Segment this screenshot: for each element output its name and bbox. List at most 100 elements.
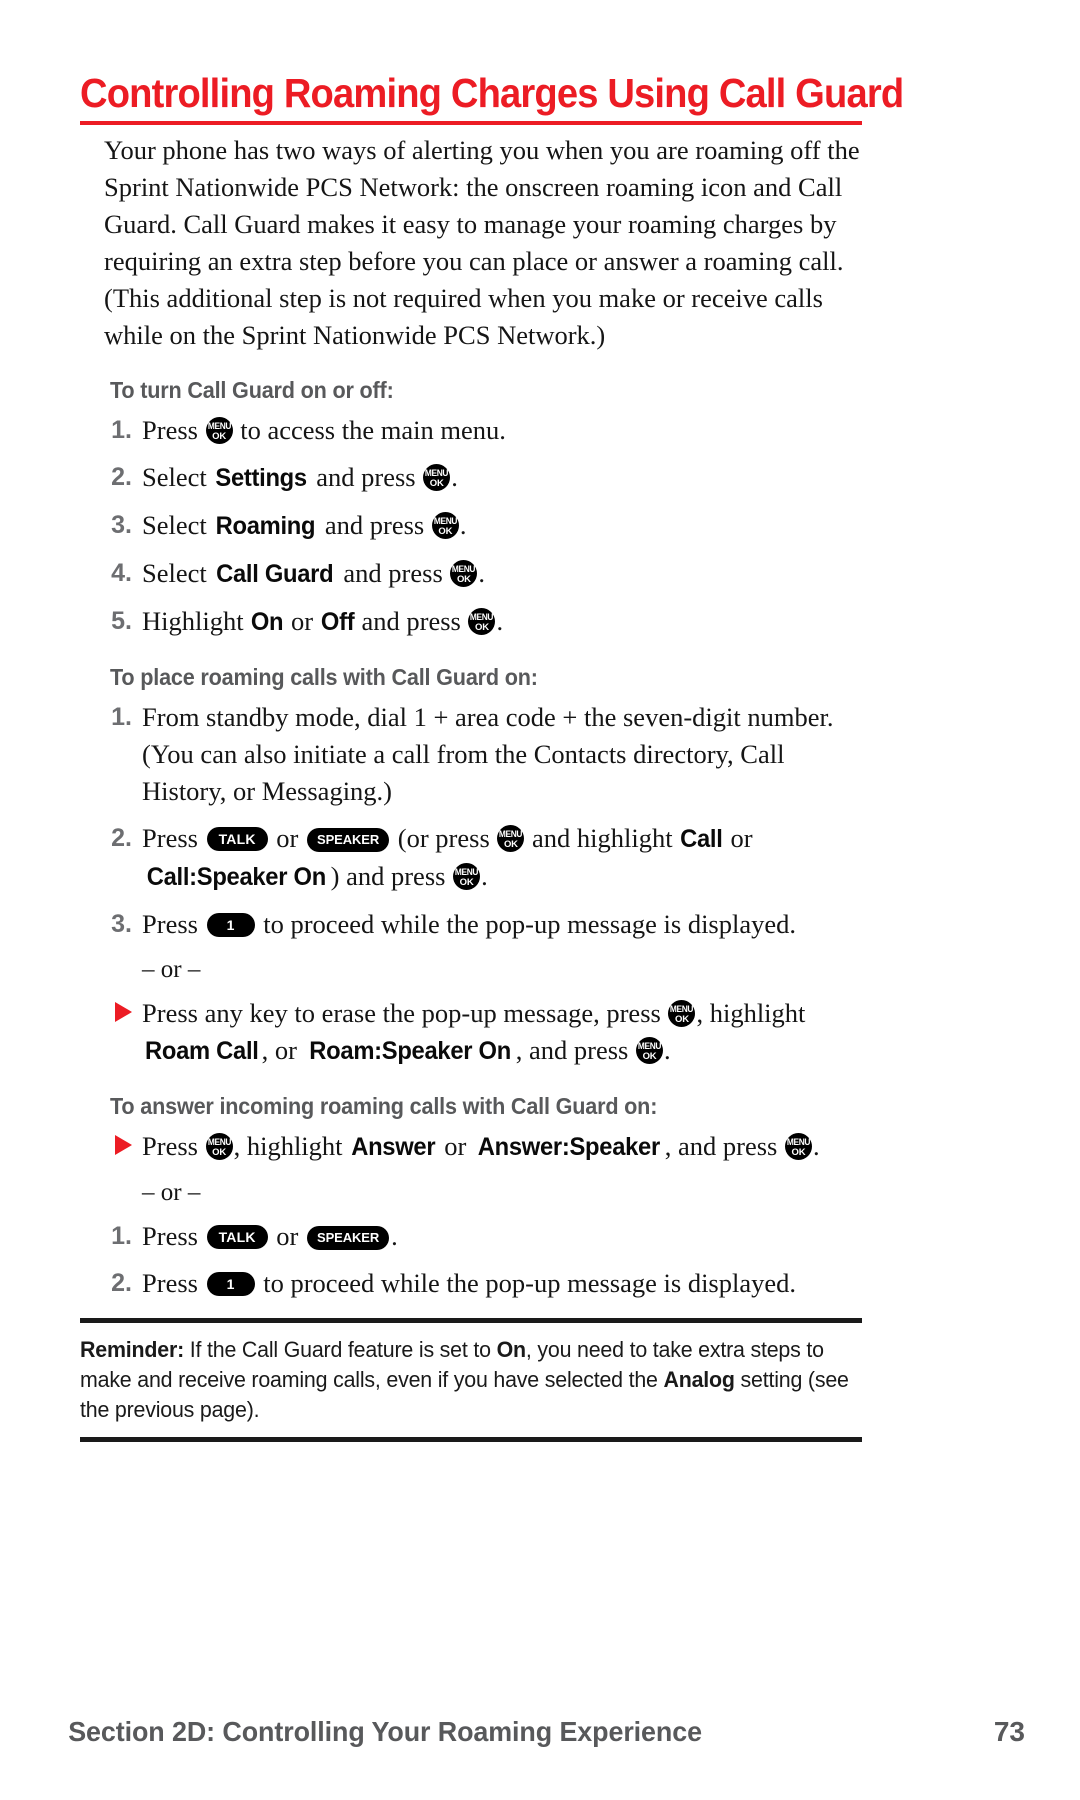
step-text: Press MENU OK to access the main menu.	[142, 412, 870, 449]
one-key-icon: 1	[206, 913, 255, 937]
step-text-fragment: Press	[142, 909, 205, 939]
ok-key-label: OK	[503, 839, 518, 850]
step-text-fragment: Press any key to erase the pop-up messag…	[142, 998, 668, 1028]
step-number: 1.	[111, 1222, 132, 1250]
menu-item-emphasis: Settings	[215, 464, 308, 492]
step-text-fragment: and press	[354, 606, 468, 636]
step-text-fragment: and highlight	[525, 823, 680, 853]
step-text-fragment: and press	[309, 462, 423, 492]
ok-key-label: OK	[791, 1147, 806, 1158]
arrow-bullet	[80, 995, 134, 1032]
step-text-fragment: Select	[142, 558, 214, 588]
menu-ok-key-icon: MENU OK	[205, 1133, 233, 1160]
step-number: 5.	[111, 607, 132, 635]
step-text-fragment: .	[459, 510, 467, 540]
menu-item-emphasis: Roaming	[215, 512, 316, 540]
intro-paragraph: Your phone has two ways of alerting you …	[104, 135, 860, 350]
list-item: 5. Highlight On or Off and press MENU OK.	[80, 603, 870, 641]
menu-ok-key-icon: MENU OK	[205, 417, 233, 444]
step-text-fragment: .	[812, 1131, 820, 1161]
reminder-label: Reminder:	[80, 1337, 185, 1362]
reminder-emphasis-analog: Analog	[663, 1367, 735, 1392]
step-text: Select Call Guard and press MENU OK.	[142, 555, 870, 593]
step-text-fragment: .	[664, 1035, 671, 1065]
list-item: 3. Select Roaming and press MENU OK.	[80, 507, 870, 545]
footer-page-number: 73	[993, 1716, 1025, 1747]
menu-ok-key-icon: MENU OK	[468, 608, 496, 635]
reminder-text-fragment: If the Call Guard feature is set to	[184, 1337, 497, 1362]
step-number: 2.	[111, 1269, 132, 1297]
steps-list-answer-incoming: 1. Press TALK or SPEAKER. 2. Press 1 to …	[80, 1218, 870, 1302]
step-text-fragment: .	[451, 462, 458, 492]
menu-item-emphasis: Roam:Speaker On	[308, 1037, 511, 1065]
step-text-fragment: or	[437, 1131, 473, 1161]
list-item: 1. Press MENU OK to access the main menu.	[80, 412, 870, 449]
reminder-emphasis-on: On	[496, 1337, 527, 1362]
list-item: 2. Select Settings and press MENU OK.	[80, 459, 870, 497]
menu-item-emphasis: Call Guard	[216, 560, 334, 588]
or-separator: – or –	[142, 1179, 201, 1206]
ok-key-label: OK	[429, 478, 444, 489]
step-text-fragment: and press	[336, 558, 450, 588]
answer-arrow-step-list: Press MENU OK, highlight Answer or Answer…	[80, 1128, 870, 1166]
step-text: Highlight On or Off and press MENU OK.	[142, 603, 870, 641]
step-text-fragment: , and press	[664, 1131, 784, 1161]
step-text-fragment: Highlight	[142, 606, 251, 636]
step-number: 3.	[111, 511, 132, 539]
step-number: 1.	[111, 416, 132, 444]
step-text-fragment: to access the main menu.	[233, 415, 506, 445]
step-text: Press TALK or SPEAKER.	[142, 1218, 870, 1255]
step-text: Press 1 to proceed while the pop-up mess…	[142, 906, 870, 943]
step-number: 4.	[111, 559, 132, 587]
step-text: From standby mode, dial 1 + area code + …	[142, 702, 834, 806]
menu-ok-key-icon: MENU OK	[784, 1133, 812, 1160]
step-text-fragment: .	[391, 1221, 398, 1251]
step-text-fragment: Press	[142, 1268, 205, 1298]
menu-ok-key-icon: MENU OK	[423, 464, 451, 491]
list-item: 1. From standby mode, dial 1 + area code…	[80, 699, 870, 810]
page-title-block: Controlling Roaming Charges Using Call G…	[80, 70, 904, 125]
talk-key-icon: TALK	[206, 827, 268, 851]
page-content: Your phone has two ways of alerting you …	[80, 132, 870, 1442]
arrow-bullet	[80, 1128, 134, 1165]
step-text-fragment: , and press	[515, 1035, 635, 1065]
ok-key-label: OK	[212, 431, 226, 442]
list-item: 2. Press TALK or SPEAKER (or press MENU O…	[80, 820, 870, 896]
speaker-key-icon: SPEAKER	[307, 1226, 390, 1250]
ok-key-label: OK	[456, 574, 471, 585]
step-text-fragment: and press	[318, 510, 431, 540]
step-text: Select Settings and press MENU OK.	[142, 459, 870, 497]
step-text-fragment: Press	[142, 823, 205, 853]
page-title: Controlling Roaming Charges Using Call G…	[80, 70, 904, 116]
speaker-key-icon: SPEAKER	[307, 828, 390, 852]
step-text-fragment: or	[269, 823, 305, 853]
step-text-fragment: to proceed while the pop-up message is d…	[256, 909, 797, 939]
list-item: 1. Press TALK or SPEAKER.	[80, 1218, 870, 1255]
subheading-turn-call-guard: To turn Call Guard on or off:	[110, 377, 394, 403]
step-text: Press 1 to proceed while the pop-up mess…	[142, 1265, 870, 1302]
menu-ok-key-icon: MENU OK	[453, 863, 481, 890]
step-text-fragment: Press	[142, 415, 205, 445]
menu-item-emphasis: Call:Speaker On	[146, 863, 326, 891]
step-number: 1.	[111, 703, 132, 731]
one-key-icon: 1	[206, 1272, 255, 1296]
menu-ok-key-icon: MENU OK	[431, 512, 459, 539]
steps-list-turn-call-guard: 1. Press MENU OK to access the main menu.…	[80, 412, 870, 641]
step-text-fragment: .	[496, 606, 504, 636]
triangle-right-icon	[115, 1135, 132, 1155]
page-footer: Section 2D: Controlling Your Roaming Exp…	[55, 1716, 1025, 1748]
step-text-fragment: .	[478, 558, 486, 588]
step-text-fragment: or	[284, 606, 320, 636]
list-item: Press MENU OK, highlight Answer or Answer…	[80, 1128, 870, 1166]
list-item: Press any key to erase the pop-up messag…	[80, 995, 870, 1070]
alternate-step-list: Press any key to erase the pop-up messag…	[80, 995, 870, 1070]
step-text-fragment: Select	[142, 462, 214, 492]
step-text: Press TALK or SPEAKER (or press MENU OK a…	[142, 820, 870, 896]
step-text-fragment: , or	[261, 1035, 304, 1065]
menu-item-emphasis: Roam Call	[144, 1037, 259, 1065]
step-text-fragment: or	[723, 823, 753, 853]
menu-ok-key-icon: MENU OK	[668, 1000, 696, 1027]
step-number: 3.	[111, 910, 132, 938]
ok-key-label: OK	[438, 526, 453, 537]
triangle-right-icon	[115, 1002, 132, 1022]
